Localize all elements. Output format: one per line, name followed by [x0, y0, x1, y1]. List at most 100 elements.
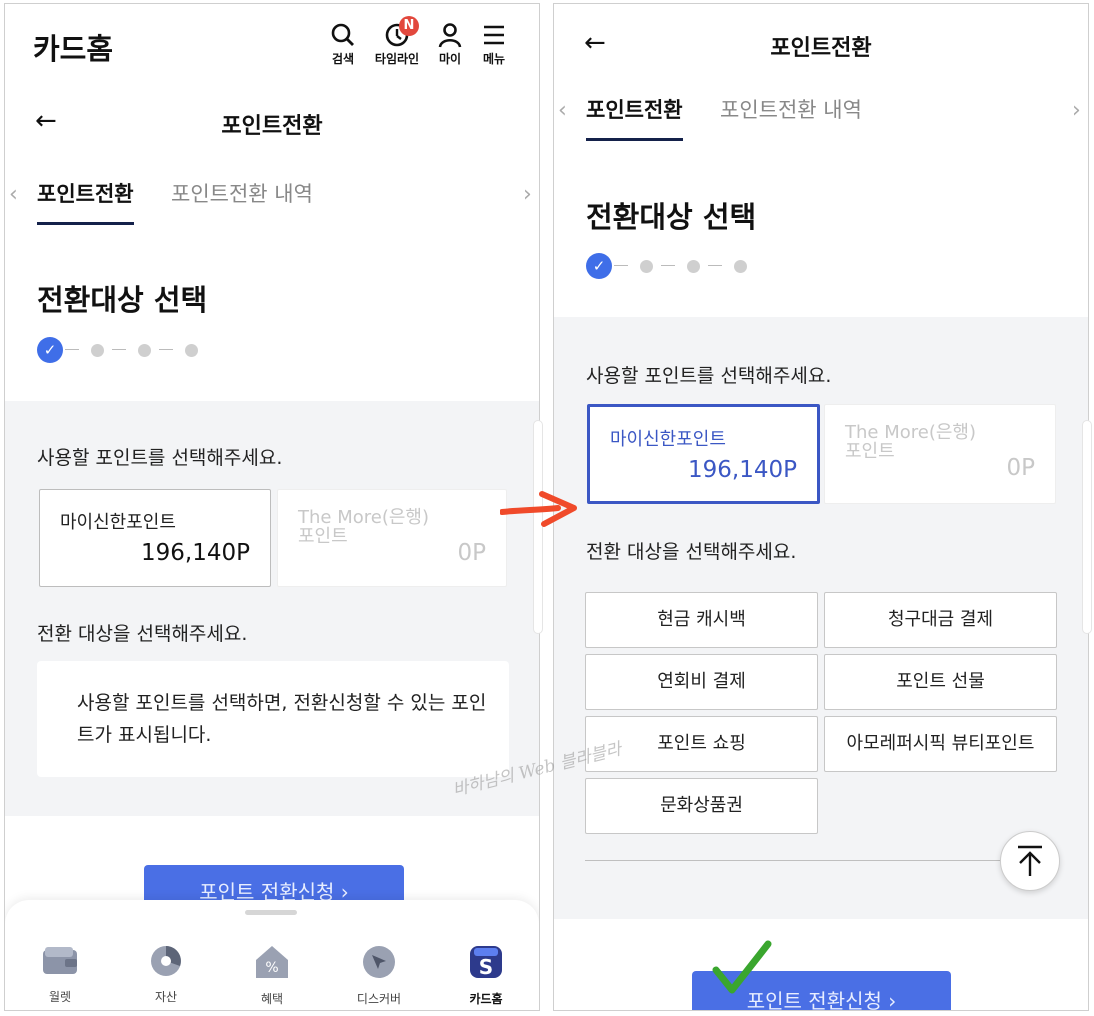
svg-text:%: %: [265, 960, 278, 976]
point-card-value: 196,140P: [141, 540, 250, 566]
step-2-dot: [91, 344, 104, 357]
menu-button[interactable]: 메뉴: [466, 22, 522, 67]
stepper: ✓: [586, 253, 756, 281]
coupon-icon: %: [256, 946, 288, 978]
option-cash-back[interactable]: 현금 캐시백: [585, 592, 818, 648]
bottom-nav: 월렛 자산 % 혜택 디스커버 S 카드홈: [5, 900, 539, 1010]
checkmark-icon: [712, 940, 772, 994]
tab-prev-chevron[interactable]: ‹: [558, 98, 567, 123]
step-line: [708, 265, 722, 266]
step-line: [112, 349, 126, 350]
point-card-themore[interactable]: The More(은행) 포인트 0P: [824, 404, 1056, 504]
discover-label: 디스커버: [356, 992, 402, 1006]
point-card-myshinhan[interactable]: 마이신한포인트 196,140P: [39, 489, 271, 587]
bottom-nav-assets[interactable]: 자산: [131, 944, 201, 1005]
point-card-name: The More(은행) 포인트: [845, 422, 976, 462]
target-prompt: 전환 대상을 선택해주세요.: [37, 623, 248, 645]
tab-convert-history[interactable]: 포인트전환 내역: [720, 94, 862, 124]
card-home-header: 카드홈 검색 N 타임라인 마이 메뉴: [5, 4, 539, 84]
home-title: 카드홈: [33, 32, 114, 66]
step-3-dot: [687, 260, 700, 273]
point-card-name: The More(은행) 포인트: [298, 507, 429, 547]
compass-icon: [363, 946, 395, 978]
menu-label: 메뉴: [482, 52, 506, 66]
tab-bar: ‹ 포인트전환 포인트전환 내역 ›: [554, 84, 1088, 144]
svg-text:S: S: [479, 955, 493, 979]
tab-bar: ‹ 포인트전환 포인트전환 내역 ›: [5, 168, 539, 228]
step-line: [65, 349, 79, 350]
page-title: 포인트전환: [221, 114, 323, 139]
info-box: 사용할 포인트를 선택하면, 전환신청할 수 있는 포인트가 표시됩니다.: [37, 661, 509, 777]
point-card-themore[interactable]: The More(은행) 포인트 0P: [277, 489, 507, 587]
selection-area: 사용할 포인트를 선택해주세요. 마이신한포인트 196,140P The Mo…: [554, 317, 1088, 919]
points-prompt: 사용할 포인트를 선택해주세요.: [37, 447, 283, 469]
nav-bar: ← 포인트전환: [5, 102, 539, 142]
wallet-icon: [43, 947, 77, 974]
menu-icon: [484, 25, 504, 45]
carousel-peek: [1082, 420, 1092, 634]
step-3-dot: [138, 344, 151, 357]
point-card-value: 0P: [457, 540, 486, 566]
step-4-dot: [185, 344, 198, 357]
pie-chart-icon: [151, 946, 181, 976]
step-1-check: ✓: [586, 253, 612, 279]
wallet-label: 월렛: [48, 990, 72, 1004]
divider: [585, 860, 1005, 861]
arrow-up-icon: [1018, 845, 1042, 876]
timeline-label: 타임라인: [374, 52, 420, 66]
nav-bar: ← 포인트전환: [554, 24, 1088, 64]
option-annual-fee[interactable]: 연회비 결제: [585, 654, 818, 710]
info-text: 사용할 포인트를 선택하면, 전환신청할 수 있는 포인트가 표시됩니다.: [77, 692, 487, 746]
tab-convert-history[interactable]: 포인트전환 내역: [171, 178, 313, 208]
point-card-myshinhan[interactable]: 마이신한포인트 196,140P: [587, 404, 820, 504]
step-line: [159, 349, 173, 350]
point-card-name: 마이신한포인트: [60, 512, 176, 533]
bottom-nav-discover[interactable]: 디스커버: [344, 944, 414, 1007]
person-icon: [438, 23, 462, 48]
point-card-value: 196,140P: [688, 457, 797, 483]
option-bill-payment[interactable]: 청구대금 결제: [824, 592, 1057, 648]
assets-label: 자산: [154, 990, 178, 1004]
target-prompt: 전환 대상을 선택해주세요.: [586, 541, 797, 563]
right-screen: ← 포인트전환 ‹ 포인트전환 포인트전환 내역 › 전환대상 선택 ✓ 사용할…: [553, 3, 1089, 1011]
bottom-nav-card-home[interactable]: S 카드홈: [451, 944, 521, 1007]
tab-point-convert[interactable]: 포인트전환: [586, 94, 683, 141]
points-prompt: 사용할 포인트를 선택해주세요.: [586, 365, 832, 387]
apply-button[interactable]: 포인트 전환신청 ›: [144, 865, 404, 905]
step-line: [661, 265, 675, 266]
section-title: 전환대상 선택: [37, 283, 208, 317]
step-1-check: ✓: [37, 337, 63, 363]
left-screen: 카드홈 검색 N 타임라인 마이 메뉴 ← 포인트전환 ‹ 포인트전환 포인트전…: [4, 3, 540, 1011]
tab-point-convert[interactable]: 포인트전환: [37, 178, 134, 225]
step-2-dot: [640, 260, 653, 273]
arrow-right-icon: [499, 491, 577, 527]
point-card-value: 0P: [1006, 455, 1035, 481]
search-button[interactable]: 검색: [315, 22, 371, 67]
card-home-label: 카드홈: [469, 992, 503, 1006]
timeline-button[interactable]: N 타임라인: [369, 16, 425, 67]
bottom-nav-benefits[interactable]: % 혜택: [237, 944, 307, 1007]
sheet-grabber[interactable]: [245, 910, 297, 915]
tab-next-chevron[interactable]: ›: [1072, 98, 1081, 123]
scroll-top-button[interactable]: [1000, 831, 1060, 891]
step-4-dot: [734, 260, 747, 273]
benefits-label: 혜택: [260, 992, 284, 1006]
bottom-nav-wallet[interactable]: 월렛: [25, 944, 95, 1005]
arrow-annotation: [499, 488, 580, 536]
page-title: 포인트전환: [770, 36, 872, 61]
option-culture-voucher[interactable]: 문화상품권: [585, 778, 818, 834]
checkmark-annotation: [712, 940, 772, 1000]
selection-area: 사용할 포인트를 선택해주세요. 마이신한포인트 196,140P The Mo…: [5, 401, 539, 816]
point-card-name: 마이신한포인트: [610, 429, 726, 450]
tab-next-chevron[interactable]: ›: [523, 182, 532, 207]
search-label: 검색: [331, 52, 355, 66]
option-point-gift[interactable]: 포인트 선물: [824, 654, 1057, 710]
section-title: 전환대상 선택: [586, 200, 757, 234]
search-icon: [331, 23, 354, 46]
new-badge: N: [399, 16, 419, 36]
option-amorepacific-beauty[interactable]: 아모레퍼시픽 뷰티포인트: [824, 716, 1057, 772]
card-home-icon: S: [470, 946, 502, 979]
tab-prev-chevron[interactable]: ‹: [9, 182, 18, 207]
stepper: ✓: [37, 337, 207, 365]
step-line: [614, 265, 628, 266]
